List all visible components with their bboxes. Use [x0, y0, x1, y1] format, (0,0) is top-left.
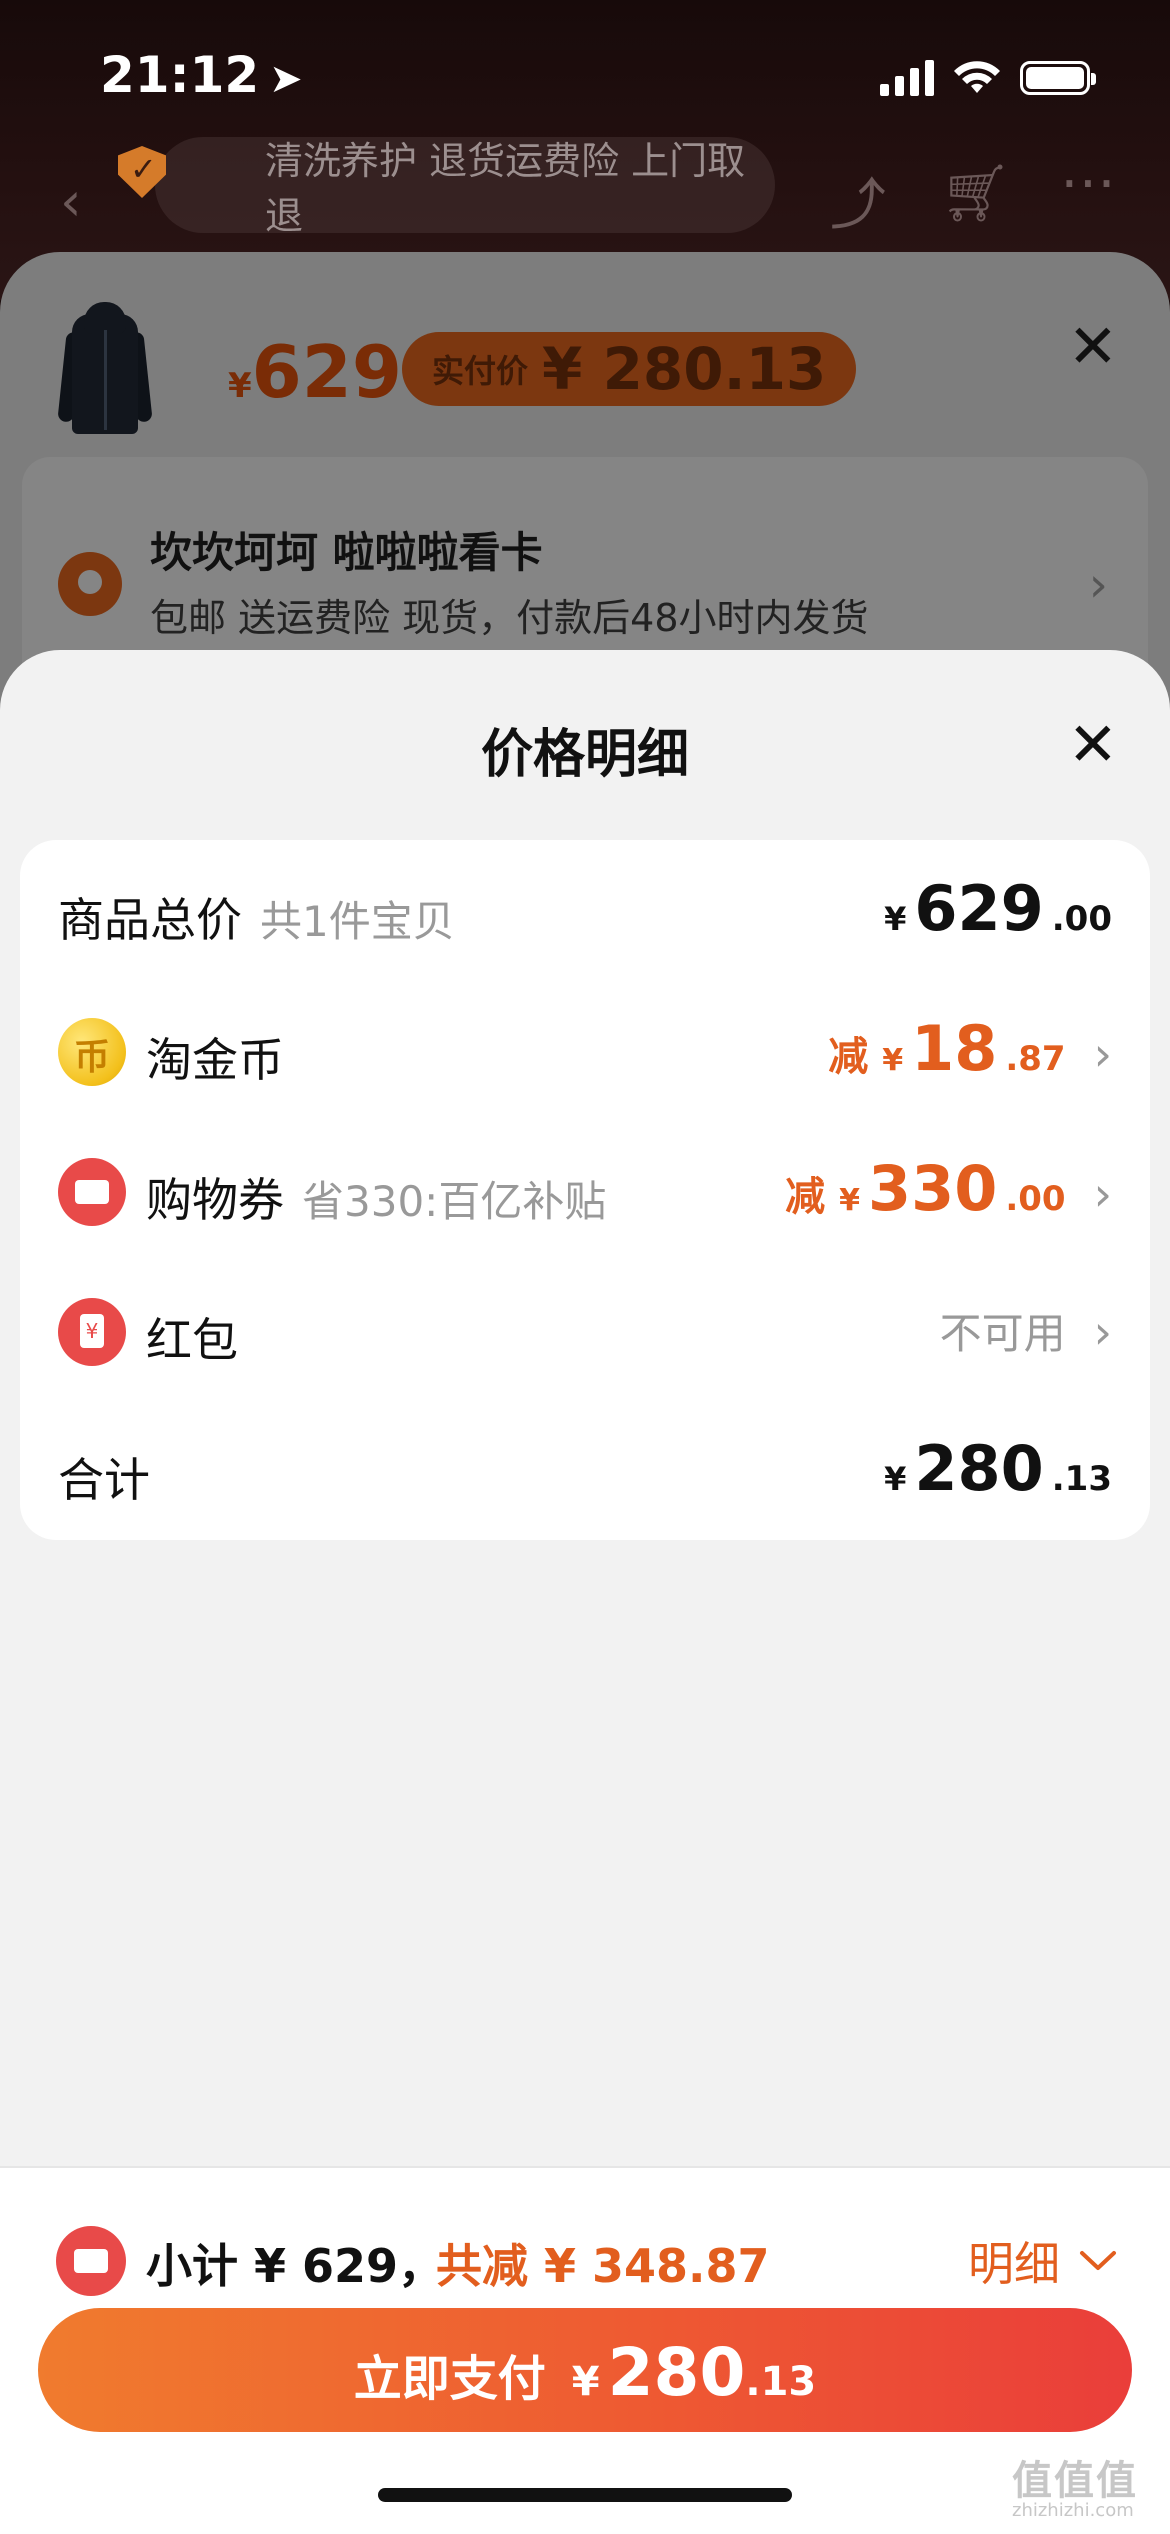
row-amount: 减 ¥330.00 ›: [785, 1152, 1112, 1225]
detail-toggle[interactable]: 明细: [968, 2228, 1118, 2294]
pay-now-button[interactable]: 立即支付 ¥ 280 .13: [38, 2308, 1132, 2432]
close-icon[interactable]: ✕: [1068, 710, 1118, 780]
goods-total-row: 商品总价 共1件宝贝 ¥629.00: [20, 840, 1150, 980]
row-label: 淘金币: [146, 1033, 284, 1087]
red-packet-row[interactable]: 红包 不可用›: [20, 1260, 1150, 1400]
bottom-pay-bar: 小计 ¥ 629， 共减 ¥ 348.87 明细 立即支付 ¥ 280 .13: [0, 2166, 1170, 2534]
cart-icon[interactable]: 🛒︎: [940, 160, 1011, 226]
red-packet-icon: [58, 1298, 126, 1366]
watermark-site: zhizhizhi.com: [1012, 2500, 1134, 2521]
watermark-logo: 值值值: [1012, 2458, 1138, 2504]
status-time: 21:12 ➤: [100, 46, 303, 104]
product-thumbnail: [57, 302, 153, 440]
chevron-right-icon: ›: [1093, 1305, 1112, 1359]
wifi-icon: [954, 61, 1000, 93]
row-label: 商品总价: [58, 893, 242, 947]
chevron-down-icon: [1080, 2251, 1116, 2270]
row-note: 共1件宝贝: [260, 897, 455, 946]
price-detail-card: 商品总价共1件宝贝 ¥629.00 淘金币 减¥18.87› 购物券省330:百…: [20, 840, 1150, 1540]
row-status: 不可用 ›: [939, 1305, 1112, 1359]
coin-discount-row[interactable]: 淘金币 减¥18.87›: [20, 980, 1150, 1120]
coupon-row[interactable]: 购物券 省330:百亿补贴 减 ¥330.00 ›: [20, 1120, 1150, 1260]
grand-total-row: 合计 ¥280.13: [20, 1400, 1150, 1540]
row-note: 省330:百亿补贴: [302, 1177, 607, 1226]
ticket-icon: [56, 2226, 126, 2296]
signal-icon: [880, 60, 934, 96]
real-pay-badge: 实付价 ¥ 280.13: [402, 332, 857, 406]
coin-icon: [58, 1018, 126, 1086]
chevron-right-icon: ›: [1088, 557, 1108, 613]
row-label: 购物券: [146, 1173, 284, 1227]
close-icon[interactable]: ✕: [1068, 312, 1118, 382]
delivery-info: 包邮 送运费险 现货，付款后48小时内发货: [150, 596, 869, 640]
status-icons: [880, 58, 1096, 98]
product-price: ¥629: [228, 330, 402, 414]
row-amount: 减 ¥18.87 ›: [828, 1012, 1112, 1085]
saved-amount: 共减 ¥ 348.87: [436, 2239, 770, 2293]
share-icon[interactable]: ⤴: [830, 160, 886, 241]
address-name: 坎坎坷坷 啦啦啦看卡: [150, 528, 543, 577]
ticket-icon: [58, 1158, 126, 1226]
row-label: 红包: [146, 1313, 238, 1367]
battery-icon: [1020, 61, 1096, 95]
row-label: 合计: [58, 1453, 150, 1507]
row-amount: ¥629.00: [884, 872, 1112, 945]
chevron-right-icon: ›: [1093, 1167, 1112, 1221]
location-pin-icon: [58, 552, 122, 616]
subtotal-text: 小计 ¥ 629，: [146, 2239, 445, 2293]
sheet-title: 价格明细: [480, 725, 689, 785]
home-indicator: [378, 2488, 792, 2502]
back-icon[interactable]: ‹: [60, 170, 82, 233]
row-amount: ¥280.13: [884, 1432, 1112, 1505]
service-pill[interactable]: 清洗养护 退货运费险 上门取退: [155, 137, 775, 238]
location-arrow-icon: ➤: [269, 56, 303, 102]
chevron-right-icon: ›: [1093, 1027, 1112, 1081]
more-icon[interactable]: ⋯: [1060, 150, 1116, 215]
